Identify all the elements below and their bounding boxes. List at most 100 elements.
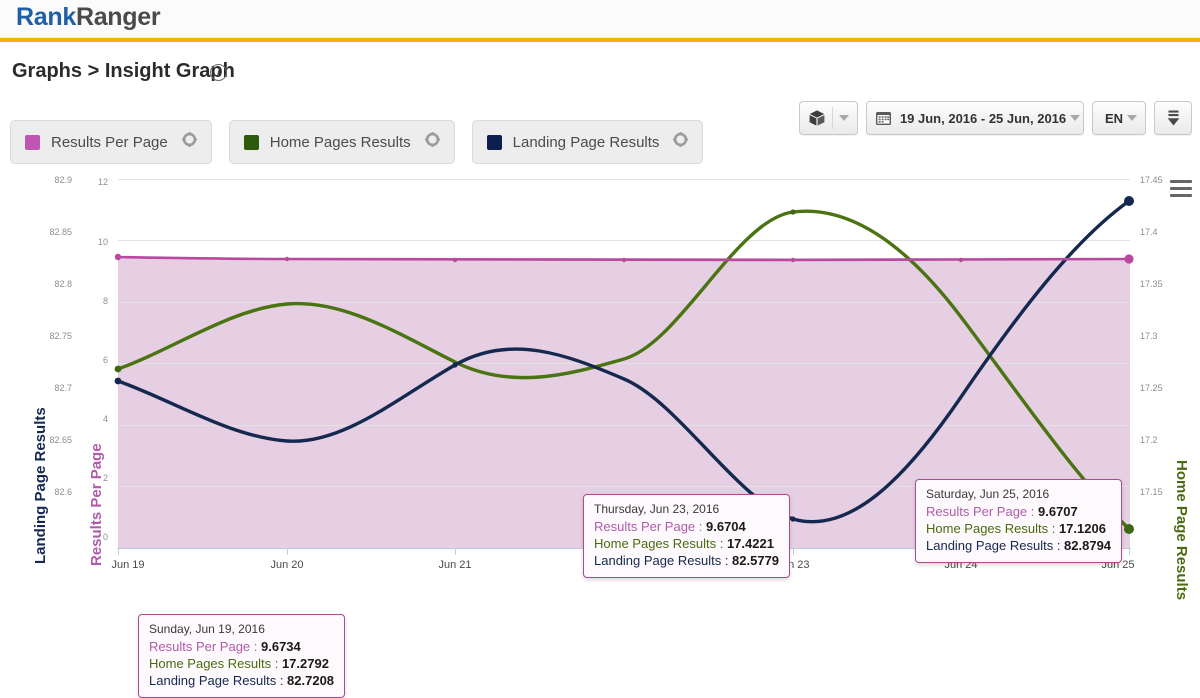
- logo-text-ranger: Ranger: [76, 3, 160, 31]
- tick-label-rpp: 4: [90, 414, 108, 424]
- data-point-lpr[interactable]: [115, 378, 122, 385]
- data-point-rpp[interactable]: [959, 258, 963, 262]
- tick-label-lpr: 82.9: [28, 175, 72, 185]
- x-tick-label: Jun 19: [111, 559, 144, 571]
- chevron-down-icon[interactable]: [1127, 115, 1137, 121]
- tick-label-hpr: 17.25: [1140, 383, 1180, 393]
- tooltip-value: 9.6707: [1038, 504, 1078, 519]
- series-color-swatch: [244, 135, 259, 150]
- tick-label-hpr: 17.3: [1140, 331, 1180, 341]
- tooltip-jun-19: Sunday, Jun 19, 2016 Results Per Page : …: [138, 614, 345, 698]
- axis-title-home-page-results: Home Page Results: [1173, 460, 1190, 600]
- gear-icon[interactable]: [425, 132, 440, 152]
- tooltip-date: Sunday, Jun 19, 2016: [149, 622, 334, 636]
- tooltip-date: Thursday, Jun 23, 2016: [594, 502, 779, 516]
- tooltip-key: Home Pages Results :: [149, 656, 282, 671]
- tick-label-hpr: 17.35: [1140, 279, 1180, 289]
- data-point-lpr[interactable]: [1124, 196, 1134, 206]
- series-color-swatch: [487, 135, 502, 150]
- brand-bar: RankRanger: [0, 0, 1200, 38]
- x-tick: [287, 548, 288, 555]
- data-point-rpp[interactable]: [115, 254, 121, 260]
- data-point-hpr[interactable]: [1124, 524, 1134, 534]
- data-point-lpr[interactable]: [452, 362, 457, 367]
- tooltip-jun-25: Saturday, Jun 25, 2016 Results Per Page …: [915, 479, 1122, 563]
- chip-home-pages-results[interactable]: Home Pages Results: [229, 120, 455, 164]
- hamburger-bar: [1170, 194, 1192, 197]
- tooltip-row: Landing Page Results : 82.7208: [149, 672, 334, 689]
- info-icon[interactable]: i: [210, 64, 227, 81]
- x-tick: [455, 548, 456, 555]
- x-tick: [118, 548, 119, 555]
- tooltip-value: 17.1206: [1059, 521, 1106, 536]
- tick-label-rpp: 8: [90, 296, 108, 306]
- data-point-rpp[interactable]: [453, 258, 457, 262]
- tooltip-row: Home Pages Results : 17.2792: [149, 655, 334, 672]
- download-button[interactable]: [1154, 101, 1192, 135]
- data-point-rpp[interactable]: [285, 257, 289, 261]
- tick-label-rpp: 6: [90, 355, 108, 365]
- tooltip-row: Landing Page Results : 82.8794: [926, 537, 1111, 554]
- data-point-hpr[interactable]: [790, 209, 795, 214]
- date-range-label: 19 Jun, 2016 - 25 Jun, 2016: [892, 111, 1070, 126]
- project-selector-button[interactable]: [799, 101, 858, 135]
- tick-label-hpr: 17.15: [1140, 487, 1180, 497]
- tooltip-key: Home Pages Results :: [594, 536, 727, 551]
- tick-label-lpr: 82.65: [28, 435, 72, 445]
- axis-title-landing-page-results: Landing Page Results: [32, 407, 49, 564]
- chip-label: Home Pages Results: [270, 134, 411, 151]
- series-color-swatch: [25, 135, 40, 150]
- tick-label-hpr: 17.45: [1140, 175, 1180, 185]
- data-point-rpp[interactable]: [1124, 254, 1133, 263]
- cube-icon: [808, 109, 826, 127]
- chip-landing-page-results[interactable]: Landing Page Results: [472, 120, 704, 164]
- tick-label-lpr: 82.85: [28, 227, 72, 237]
- chevron-down-icon[interactable]: [839, 115, 849, 121]
- tooltip-row: Home Pages Results : 17.4221: [594, 535, 779, 552]
- tooltip-value: 82.8794: [1064, 538, 1111, 553]
- axis-title-results-per-page: Results Per Page: [88, 443, 105, 566]
- tooltip-value: 9.6734: [261, 639, 301, 654]
- chevron-down-icon[interactable]: [1070, 115, 1080, 121]
- tooltip-key: Landing Page Results :: [926, 538, 1064, 553]
- tooltip-key: Landing Page Results :: [594, 553, 732, 568]
- tooltip-value: 82.7208: [287, 673, 334, 688]
- breadcrumb: Graphs > Insight Graph: [12, 60, 235, 83]
- tick-label-rpp: 0: [90, 532, 108, 542]
- series-line-landing-page-results: [118, 201, 1129, 522]
- tick-label-hpr: 17.2: [1140, 435, 1180, 445]
- tooltip-key: Results Per Page :: [926, 504, 1038, 519]
- tooltip-row: Results Per Page : 9.6734: [149, 638, 334, 655]
- tooltip-row: Landing Page Results : 82.5779: [594, 552, 779, 569]
- tooltip-jun-23: Thursday, Jun 23, 2016 Results Per Page …: [583, 494, 790, 578]
- chip-results-per-page[interactable]: Results Per Page: [10, 120, 212, 164]
- hamburger-bar: [1170, 187, 1192, 190]
- chip-label: Landing Page Results: [513, 134, 660, 151]
- page-header: Graphs > Insight Graph i: [0, 42, 1200, 105]
- data-point-hpr[interactable]: [115, 366, 122, 373]
- tooltip-row: Results Per Page : 9.6704: [594, 518, 779, 535]
- tick-label-lpr: 82.75: [28, 331, 72, 341]
- tick-label-lpr: 82.7: [28, 383, 72, 393]
- logo-text-rank: Rank: [16, 3, 76, 31]
- gear-icon[interactable]: [182, 132, 197, 152]
- tooltip-value: 17.4221: [727, 536, 774, 551]
- date-range-picker[interactable]: 19 Jun, 2016 - 25 Jun, 2016: [866, 101, 1084, 135]
- x-tick: [793, 548, 794, 555]
- data-point-rpp[interactable]: [622, 258, 626, 262]
- data-point-lpr[interactable]: [790, 516, 795, 521]
- tooltip-row: Home Pages Results : 17.1206: [926, 520, 1111, 537]
- tick-label-rpp: 12: [90, 177, 108, 187]
- series-filter-bar: Results Per Page Home Pages Results: [10, 120, 703, 164]
- tooltip-date: Saturday, Jun 25, 2016: [926, 487, 1111, 501]
- rankranger-logo[interactable]: RankRanger: [16, 3, 160, 32]
- gear-icon[interactable]: [673, 132, 688, 152]
- download-icon: [1165, 109, 1182, 127]
- language-selector[interactable]: EN: [1092, 101, 1146, 135]
- tooltip-row: Results Per Page : 9.6707: [926, 503, 1111, 520]
- data-point-rpp[interactable]: [791, 258, 795, 262]
- tooltip-key: Results Per Page :: [149, 639, 261, 654]
- tooltip-value: 9.6704: [706, 519, 746, 534]
- chip-label: Results Per Page: [51, 134, 168, 151]
- x-tick-label: Jun 21: [438, 559, 471, 571]
